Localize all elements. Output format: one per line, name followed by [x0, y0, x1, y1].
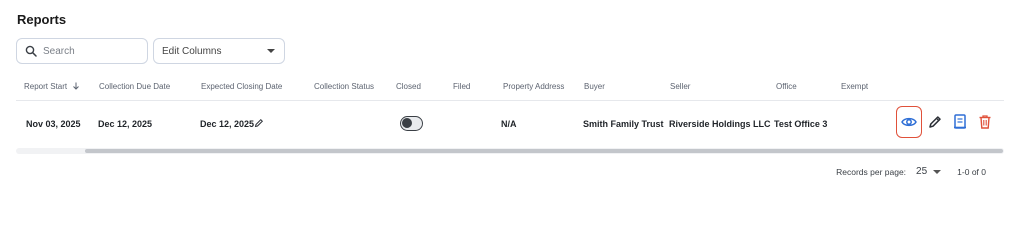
column-header-filed[interactable]: Filed	[453, 82, 470, 91]
pagination: Records per page: 25 1-0 of 0	[836, 166, 986, 177]
column-header-expected-closing-date[interactable]: Expected Closing Date	[201, 82, 282, 91]
column-header-collection-due-date[interactable]: Collection Due Date	[99, 82, 170, 91]
column-header-closed[interactable]: Closed	[396, 82, 421, 91]
cell-property-address: N/A	[501, 119, 517, 129]
edit-button[interactable]	[927, 114, 943, 130]
cell-buyer: Smith Family Trust	[583, 119, 664, 129]
horizontal-scrollbar[interactable]	[16, 148, 1004, 154]
column-header-collection-status[interactable]: Collection Status	[314, 82, 374, 91]
chevron-down-icon[interactable]	[933, 169, 942, 174]
column-header-seller[interactable]: Seller	[670, 82, 690, 91]
records-per-page-label: Records per page:	[836, 166, 907, 177]
search-icon	[25, 45, 37, 57]
eye-icon	[901, 117, 917, 127]
column-header-exempt[interactable]: Exempt	[841, 82, 868, 91]
cell-report-start: Nov 03, 2025	[26, 119, 81, 129]
column-header-office[interactable]: Office	[776, 82, 797, 91]
page-size-select[interactable]: 25	[916, 166, 927, 177]
search-box[interactable]	[16, 38, 148, 64]
records-range: 1-0 of 0	[957, 166, 986, 177]
toggle-knob	[402, 118, 412, 128]
edit-columns-select[interactable]: Edit Columns	[153, 38, 285, 64]
column-header-report-start[interactable]: Report Start	[24, 82, 80, 91]
scrollbar-thumb[interactable]	[85, 149, 1003, 153]
delete-button[interactable]	[977, 113, 993, 131]
column-header-buyer[interactable]: Buyer	[584, 82, 605, 91]
edit-date-pencil-icon[interactable]	[254, 118, 264, 128]
view-button[interactable]	[896, 106, 922, 138]
search-input[interactable]	[43, 45, 133, 57]
table-header: Report Start Collection Due Date Expecte…	[16, 80, 1004, 101]
pencil-icon	[929, 116, 941, 128]
edit-columns-label: Edit Columns	[162, 45, 222, 57]
arrow-down-icon	[73, 82, 80, 90]
document-icon	[954, 114, 966, 129]
cell-seller: Riverside Holdings LLC	[669, 119, 771, 129]
cell-office: Test Office 3	[774, 119, 828, 129]
column-header-property-address[interactable]: Property Address	[503, 82, 564, 91]
table-row: Nov 03, 2025 Dec 12, 2025 Dec 12, 2025 N…	[16, 102, 1004, 146]
cell-expected-closing-date: Dec 12, 2025	[200, 119, 255, 129]
trash-icon	[979, 115, 991, 129]
chevron-down-icon	[267, 49, 275, 53]
closed-toggle[interactable]	[400, 116, 423, 131]
report-button[interactable]	[952, 113, 968, 131]
cell-collection-due-date: Dec 12, 2025	[98, 119, 153, 129]
column-label: Report Start	[24, 82, 68, 91]
table-toolbar: Edit Columns	[16, 38, 285, 64]
page-title: Reports	[17, 12, 67, 27]
